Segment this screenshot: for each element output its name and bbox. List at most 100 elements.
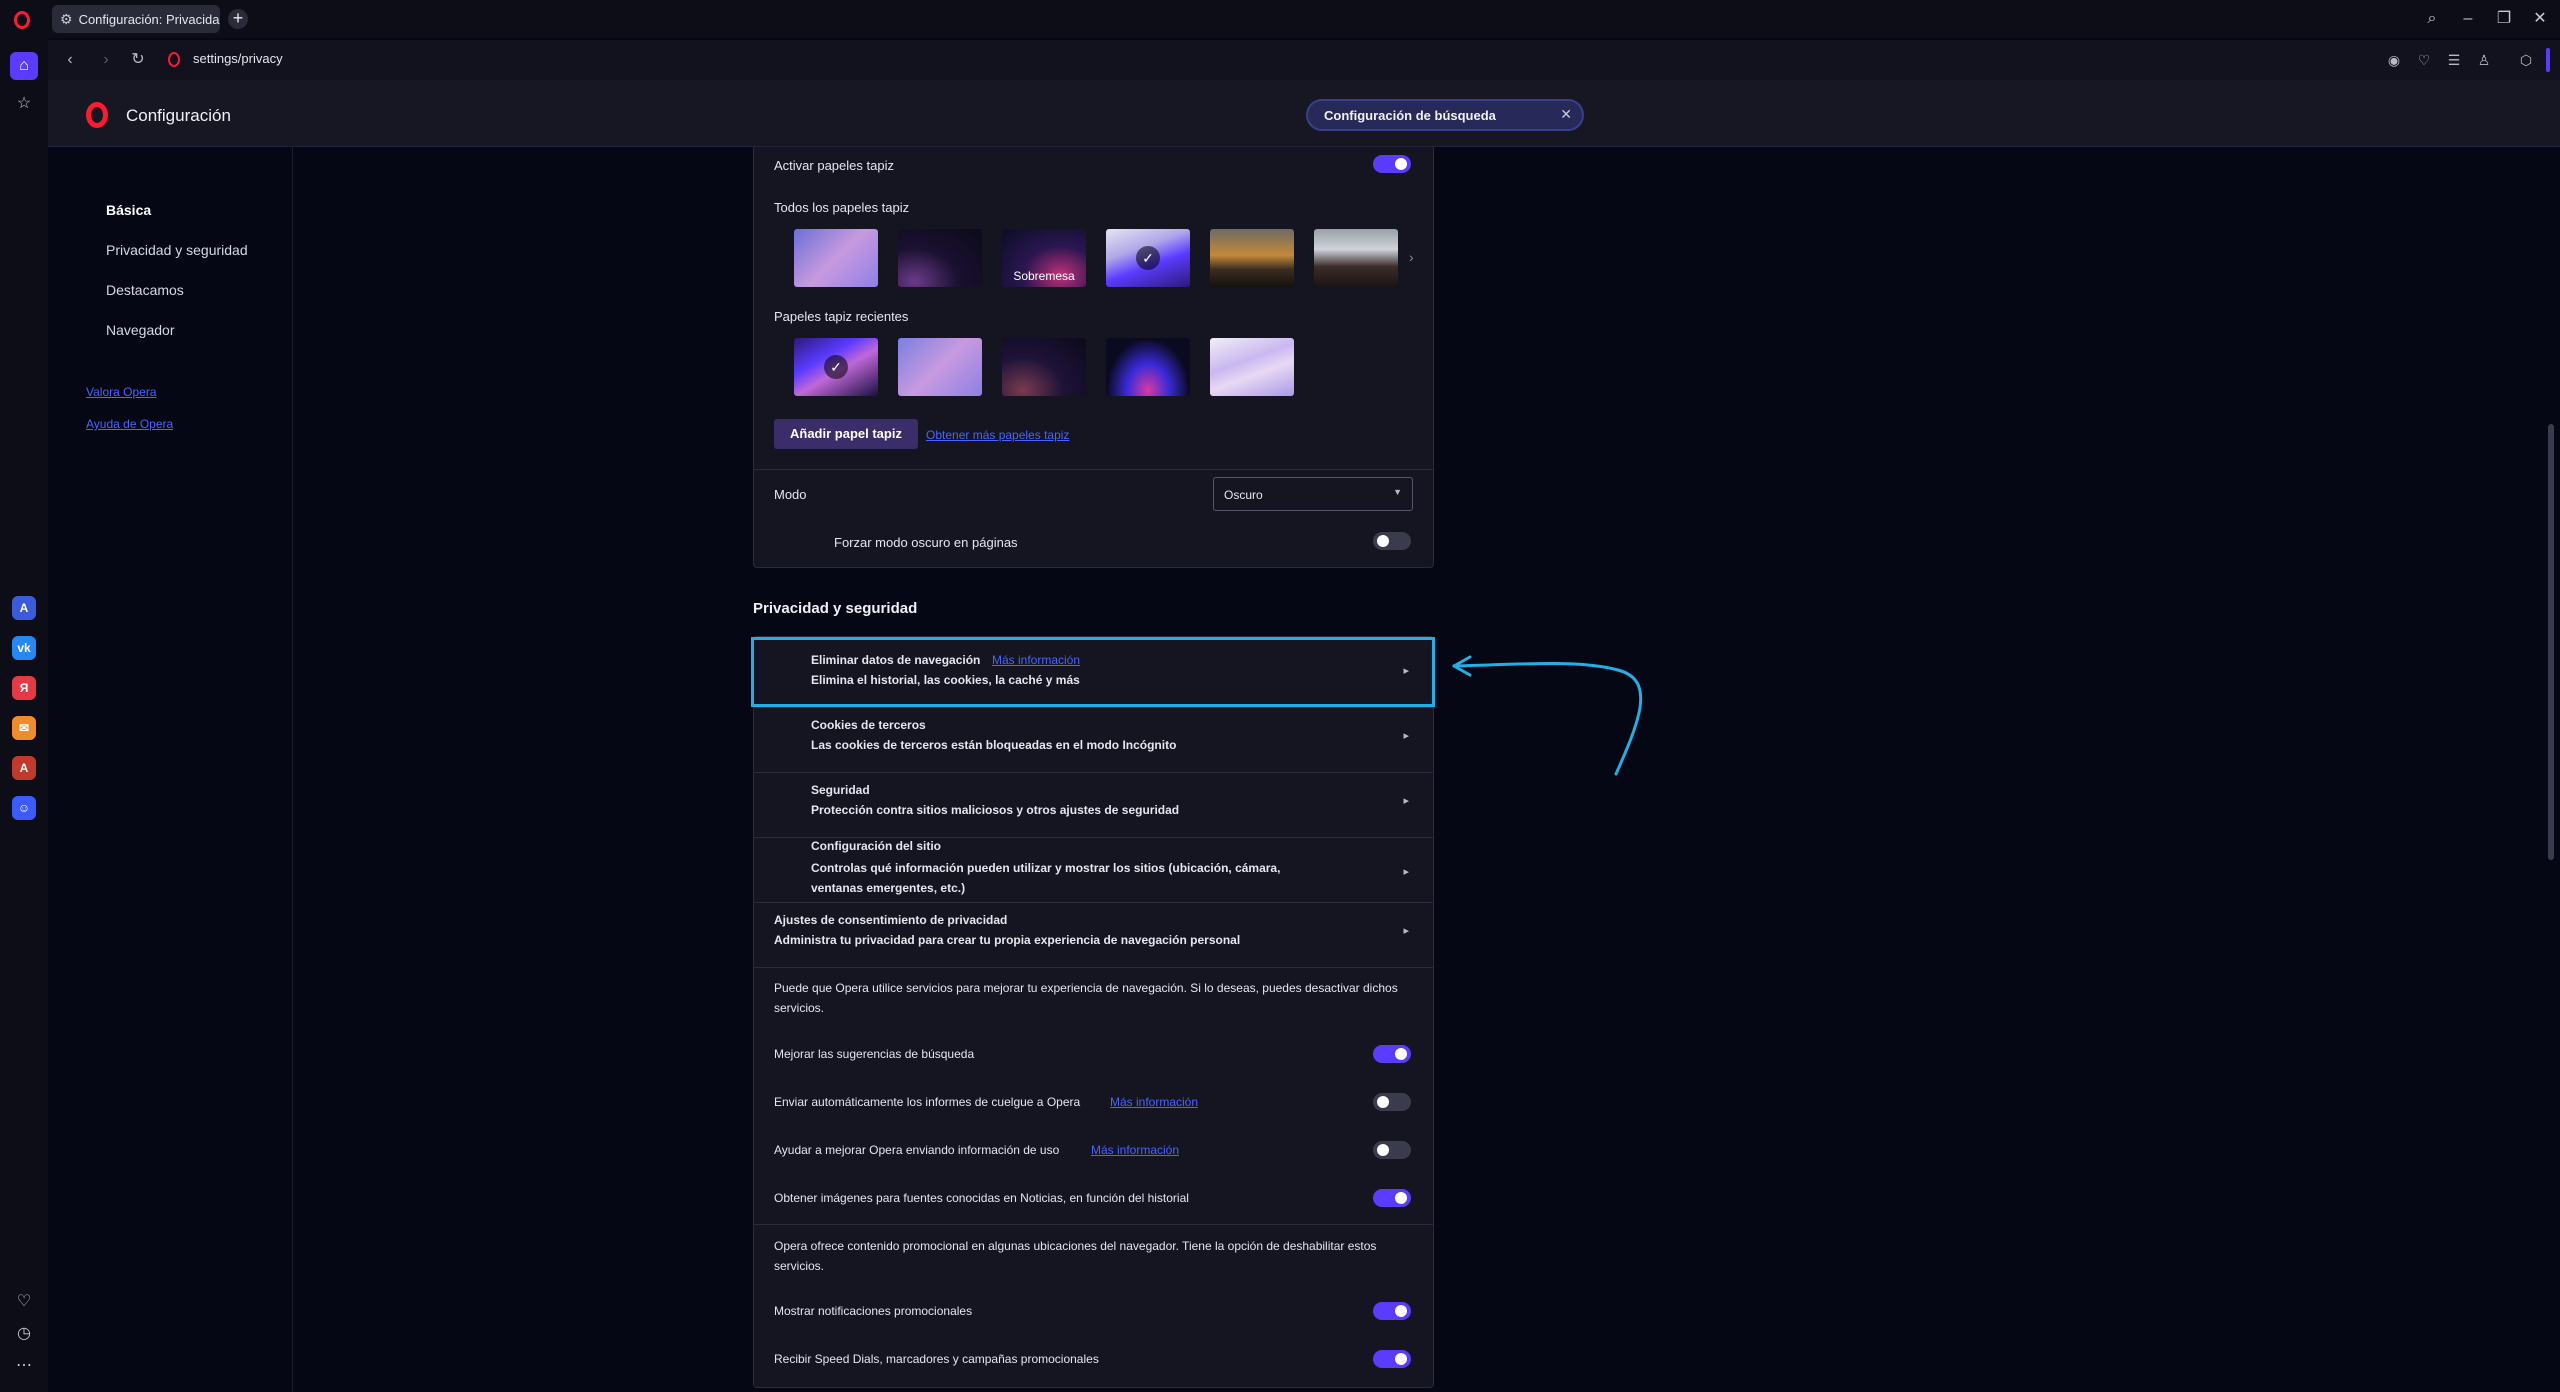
close-window-icon[interactable]: ✕ (2522, 6, 2558, 32)
privacy-consent-row[interactable]: Ajustes de consentimiento de privacidad … (754, 903, 1433, 967)
force-dark-toggle[interactable] (1373, 532, 1411, 550)
highlight-box (751, 637, 1435, 707)
usage-info-label: Ayudar a mejorar Opera enviando informac… (774, 1143, 1060, 1157)
wallpaper-thumb[interactable] (1314, 229, 1398, 287)
history-icon[interactable]: ◷ (10, 1320, 38, 1348)
more-options-icon[interactable]: ⋯ (10, 1352, 38, 1380)
wallpaper-thumb[interactable] (898, 229, 982, 287)
divider (754, 967, 1433, 968)
divider (754, 1224, 1433, 1225)
aria-app-icon[interactable]: A (12, 596, 36, 620)
divider (754, 469, 1433, 470)
search-tabs-icon[interactable]: ⌕ (2414, 6, 2450, 32)
search-suggestions-label: Mejorar las sugerencias de búsqueda (774, 1047, 975, 1061)
tab-title: Configuración: Privacidad (78, 11, 220, 27)
accent-indicator (2546, 48, 2550, 72)
news-images-toggle[interactable] (1373, 1189, 1411, 1207)
mode-select[interactable]: Oscuro ▼ (1213, 477, 1413, 511)
chevron-right-icon: ▸ (1403, 866, 1409, 878)
privacy-consent-subtitle: Administra tu privacidad para crear tu p… (774, 933, 1241, 947)
heart-icon[interactable]: ♡ (2414, 50, 2434, 70)
nav-item-basic[interactable]: Básica (106, 202, 151, 218)
desktop-caption: Sobremesa (1013, 269, 1075, 283)
star-icon[interactable]: ☆ (10, 90, 38, 118)
appearance-card: Activar papeles tapiz Todos los papeles … (753, 147, 1434, 568)
mail-app-icon[interactable]: ✉ (12, 716, 36, 740)
recent-wallpaper[interactable] (898, 338, 982, 396)
wallpaper-thumb[interactable] (1210, 229, 1294, 287)
site-settings-subtitle: Controlas qué información pueden utiliza… (811, 861, 1281, 895)
reload-icon[interactable]: ↻ (126, 48, 150, 72)
settings-search-chip[interactable]: Configuración de búsqueda ✕ (1306, 99, 1584, 131)
news-images-label: Obtener imágenes para fuentes conocidas … (774, 1191, 1189, 1205)
restore-icon[interactable]: ❐ (2486, 6, 2522, 32)
clear-search-icon[interactable]: ✕ (1560, 106, 1572, 123)
usage-info-more-info-link[interactable]: Más información (1091, 1143, 1179, 1157)
speed-dials-promo-label: Recibir Speed Dials, marcadores y campañ… (774, 1352, 1099, 1366)
usage-info-toggle[interactable] (1373, 1141, 1411, 1159)
selected-check-icon: ✓ (1136, 246, 1160, 270)
back-icon[interactable]: ‹ (58, 48, 82, 72)
page-title: Configuración (126, 106, 231, 125)
add-wallpaper-button[interactable]: Añadir papel tapiz (774, 419, 918, 449)
home-icon[interactable]: ⌂ (10, 52, 38, 80)
recent-wallpaper[interactable] (1210, 338, 1294, 396)
nav-item-browser[interactable]: Navegador (106, 322, 175, 338)
speed-dials-promo-toggle[interactable] (1373, 1350, 1411, 1368)
browser-tab[interactable]: ⚙ Configuración: Privacidad (52, 5, 220, 33)
promo-notifications-label: Mostrar notificaciones promocionales (774, 1304, 973, 1318)
yandex-app-icon[interactable]: Я (12, 676, 36, 700)
gear-icon: ⚙ (60, 10, 73, 27)
get-more-wallpapers-link[interactable]: Obtener más papeles tapiz (926, 428, 1069, 442)
messenger-app-icon[interactable]: ☺ (12, 796, 36, 820)
promo-notifications-toggle[interactable] (1373, 1302, 1411, 1320)
crash-reports-more-info-link[interactable]: Más información (1110, 1095, 1198, 1109)
opera-help-link[interactable]: Ayuda de Opera (86, 417, 173, 431)
chevron-right-icon[interactable]: › (1409, 249, 1414, 265)
recent-wallpaper-selected[interactable]: ✓ (794, 338, 878, 396)
recent-wallpaper[interactable] (1002, 338, 1086, 396)
enable-wallpapers-toggle[interactable] (1373, 155, 1411, 173)
profile-icon[interactable]: ♙ (2474, 50, 2494, 70)
rate-opera-link[interactable]: Valora Opera (86, 385, 156, 399)
security-row[interactable]: Seguridad Protección contra sitios malic… (754, 773, 1433, 837)
wallpaper-thumb-selected[interactable]: ✓ (1106, 229, 1190, 287)
chevron-right-icon: ▸ (1403, 795, 1409, 807)
crash-reports-toggle[interactable] (1373, 1093, 1411, 1111)
settings-header (48, 80, 2560, 147)
favorites-heart-icon[interactable]: ♡ (10, 1288, 38, 1316)
cookies-subtitle: Las cookies de terceros están bloqueadas… (811, 738, 1177, 752)
recent-wallpaper[interactable] (1106, 338, 1190, 396)
opera-menu-icon[interactable] (14, 11, 30, 29)
minimize-icon[interactable]: – (2450, 6, 2486, 32)
apps-app-icon[interactable]: A (12, 756, 36, 780)
address-bar (48, 40, 2560, 80)
extensions-icon[interactable]: ⬡ (2516, 50, 2536, 70)
mode-select-value: Oscuro (1224, 488, 1263, 502)
easy-setup-icon[interactable]: ☰ (2444, 50, 2464, 70)
chevron-right-icon: ▸ (1403, 730, 1409, 742)
mode-label: Modo (774, 487, 807, 502)
vk-app-icon[interactable]: vk (12, 636, 36, 660)
opera-logo (86, 102, 108, 128)
third-party-cookies-row[interactable]: Cookies de terceros Las cookies de terce… (754, 708, 1433, 772)
camera-icon[interactable]: ◉ (2384, 50, 2404, 70)
url-field[interactable]: settings/privacy (193, 51, 283, 66)
promo-intro: Opera ofrece contenido promocional en al… (774, 1239, 1377, 1273)
privacy-section-title: Privacidad y seguridad (753, 600, 918, 617)
nav-item-features[interactable]: Destacamos (106, 282, 184, 298)
wallpaper-thumb-desktop[interactable]: Sobremesa (1002, 229, 1086, 287)
site-settings-title: Configuración del sitio (811, 839, 942, 853)
forward-icon[interactable]: › (94, 48, 118, 72)
chevron-right-icon: ▸ (1403, 925, 1409, 937)
cookies-title: Cookies de terceros (811, 718, 926, 732)
page-scrollbar[interactable] (2548, 424, 2554, 860)
services-intro: Puede que Opera utilice servicios para m… (774, 981, 1398, 1015)
privacy-card: Eliminar datos de navegación Más informa… (753, 636, 1434, 1388)
nav-item-privacy[interactable]: Privacidad y seguridad (106, 242, 248, 258)
wallpaper-thumb[interactable] (794, 229, 878, 287)
crash-reports-label: Enviar automáticamente los informes de c… (774, 1095, 1081, 1109)
new-tab-button[interactable]: + (228, 9, 248, 29)
search-suggestions-toggle[interactable] (1373, 1045, 1411, 1063)
site-settings-row[interactable]: Configuración del sitio Controlas qué in… (754, 838, 1433, 902)
